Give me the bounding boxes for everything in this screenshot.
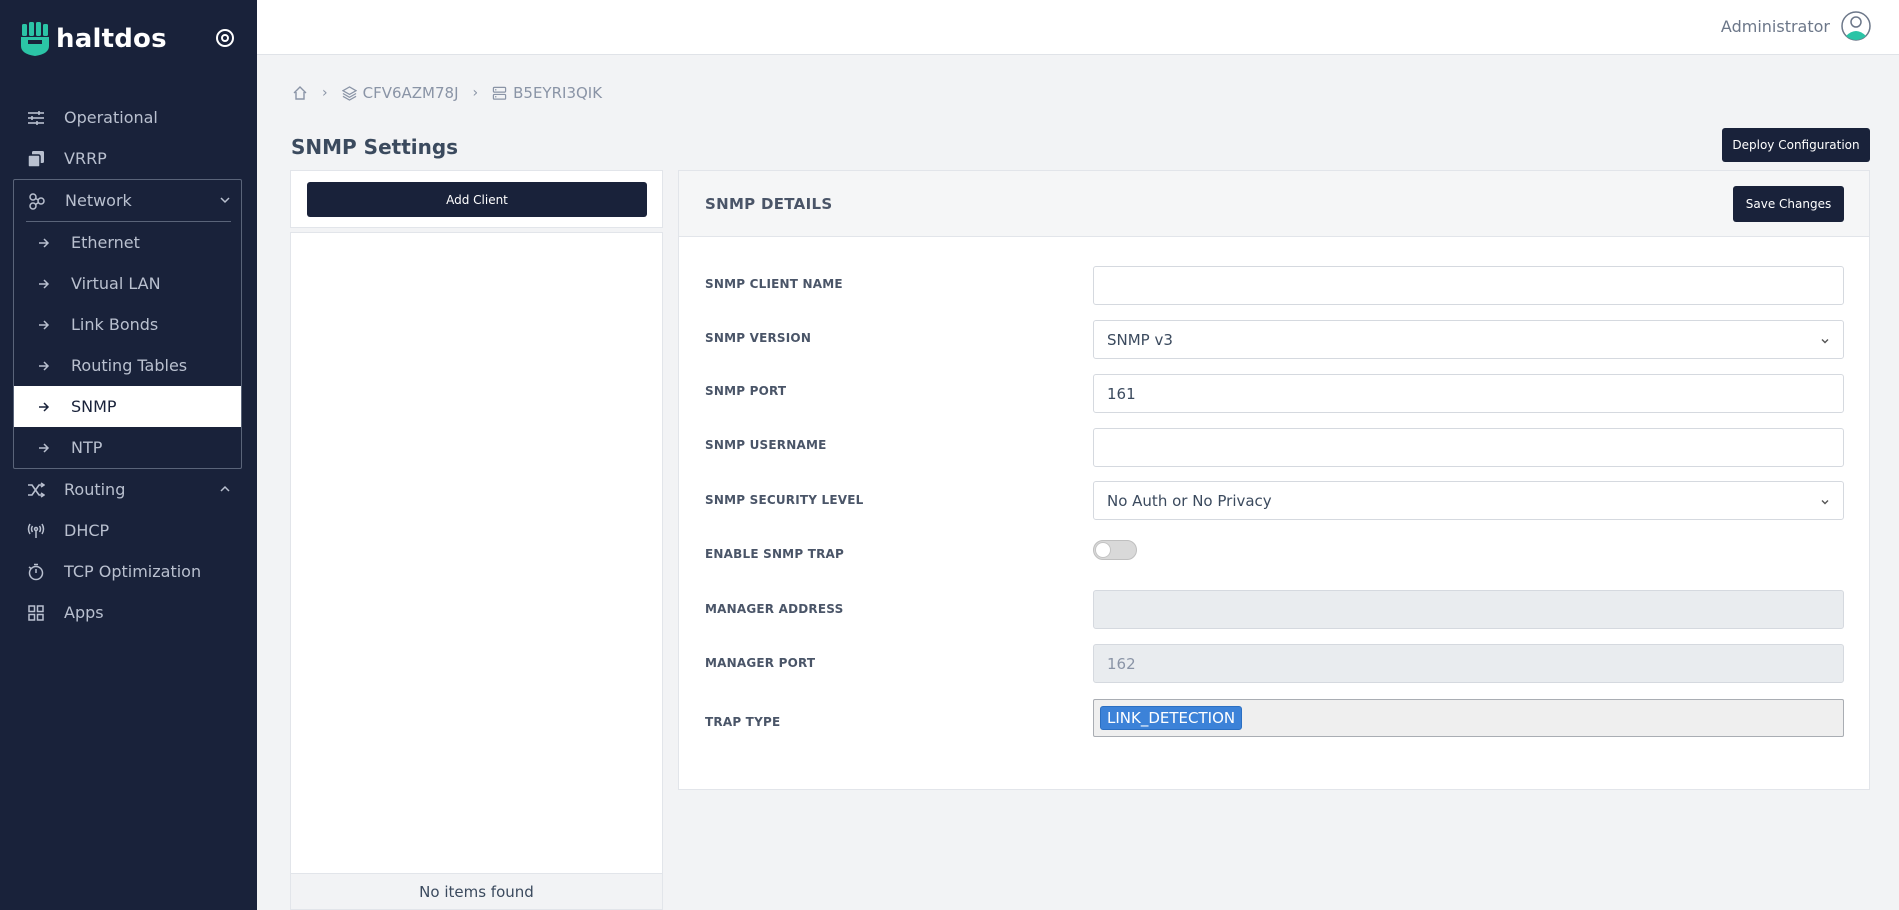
arrow-right-icon	[38, 359, 52, 373]
manager-port-input: 162	[1093, 644, 1844, 683]
breadcrumb-label: CFV6AZM78J	[362, 84, 459, 102]
manager-address-input	[1093, 590, 1844, 629]
empty-state: No items found	[291, 873, 662, 909]
copy-icon	[26, 149, 46, 169]
chevron-down-icon	[1821, 500, 1829, 505]
sidebar-item-label: Routing Tables	[71, 356, 188, 375]
topbar: Administrator	[257, 0, 1899, 55]
sliders-icon	[26, 108, 46, 128]
panel-title: SNMP DETAILS	[705, 195, 833, 213]
sidebar-item-label: DHCP	[64, 521, 110, 540]
chevron-down-icon	[220, 197, 230, 204]
sidebar-item-vrrp[interactable]: VRRP	[0, 138, 257, 179]
sidebar-item-label: Apps	[64, 603, 104, 622]
deploy-configuration-button[interactable]: Deploy Configuration	[1722, 128, 1870, 162]
sidebar-item-virtual-lan[interactable]: Virtual LAN	[14, 263, 241, 304]
sidebar-item-network[interactable]: Network	[14, 180, 241, 221]
enable-snmp-trap-toggle[interactable]	[1093, 540, 1137, 560]
sidebar-item-label: SNMP	[71, 397, 117, 416]
snmp-security-level-select[interactable]: No Auth or No Privacy	[1093, 481, 1844, 520]
sidebar: haltdos Operational VRRP Network Etherne…	[0, 0, 257, 910]
sidebar-item-label: Virtual LAN	[71, 274, 161, 293]
add-client-button[interactable]: Add Client	[307, 182, 647, 217]
field-label: SNMP PORT	[705, 384, 787, 398]
save-changes-button[interactable]: Save Changes	[1733, 186, 1844, 222]
sidebar-item-apps[interactable]: Apps	[0, 592, 257, 633]
arrow-right-icon	[38, 277, 52, 291]
sidebar-item-label: Ethernet	[71, 233, 140, 252]
select-value: No Auth or No Privacy	[1107, 491, 1272, 510]
chevron-down-icon	[1821, 339, 1829, 344]
sidebar-item-label: Network	[65, 191, 132, 210]
field-label: SNMP CLIENT NAME	[705, 277, 843, 291]
panel-header: SNMP DETAILS Save Changes	[679, 171, 1869, 237]
sidebar-item-routing-tables[interactable]: Routing Tables	[14, 345, 241, 386]
sidebar-item-label: TCP Optimization	[64, 562, 202, 581]
broadcast-icon	[26, 521, 46, 541]
field-label: MANAGER PORT	[705, 656, 816, 670]
client-actions-panel: Add Client	[290, 170, 663, 228]
snmp-username-input[interactable]	[1093, 428, 1844, 467]
snmp-port-input[interactable]: 161	[1093, 374, 1844, 413]
sidebar-item-routing[interactable]: Routing	[0, 469, 257, 510]
brand[interactable]: haltdos	[20, 22, 167, 56]
user-name: Administrator	[1720, 16, 1830, 36]
brand-name: haltdos	[56, 24, 167, 54]
page-title: SNMP Settings	[291, 135, 459, 159]
sidebar-item-label: Link Bonds	[71, 315, 159, 334]
home-icon[interactable]	[292, 85, 308, 101]
layers-icon	[341, 85, 357, 101]
arrow-right-icon	[38, 318, 52, 332]
haltdos-logo-icon	[21, 22, 49, 56]
sidebar-item-label: Operational	[64, 108, 158, 127]
sidebar-nav: Operational VRRP Network Ethernet Virtua…	[0, 97, 257, 633]
breadcrumb-item-cluster[interactable]: CFV6AZM78J	[341, 84, 459, 102]
snmp-version-select[interactable]: SNMP v3	[1093, 320, 1844, 359]
arrow-right-icon	[38, 236, 52, 250]
breadcrumb-item-device[interactable]: B5EYRI3QIK	[492, 84, 602, 102]
field-label: MANAGER ADDRESS	[705, 602, 844, 616]
sidebar-item-ethernet[interactable]: Ethernet	[14, 222, 241, 263]
breadcrumb: › CFV6AZM78J › B5EYRI3QIK	[292, 84, 602, 102]
client-list[interactable]: No items found	[290, 232, 663, 910]
field-label: SNMP USERNAME	[705, 438, 827, 452]
sidebar-item-dhcp[interactable]: DHCP	[0, 510, 257, 551]
select-value: SNMP v3	[1107, 330, 1173, 349]
arrow-right-icon	[38, 441, 52, 455]
breadcrumb-label: B5EYRI3QIK	[513, 84, 603, 102]
user-menu[interactable]: Administrator	[1721, 11, 1871, 41]
network-icon	[27, 191, 47, 211]
breadcrumb-separator: ›	[472, 85, 479, 101]
breadcrumb-separator: ›	[322, 85, 328, 101]
stopwatch-icon	[26, 562, 46, 582]
sidebar-item-label: VRRP	[64, 149, 107, 168]
sidebar-item-ntp[interactable]: NTP	[14, 427, 241, 468]
sidebar-item-label: Routing	[64, 480, 126, 499]
sidebar-item-tcp-optimization[interactable]: TCP Optimization	[0, 551, 257, 592]
toggle-knob	[1095, 542, 1111, 558]
sidebar-item-snmp[interactable]: SNMP	[14, 386, 241, 427]
sidebar-item-label: NTP	[71, 438, 103, 457]
grid-icon	[26, 603, 46, 623]
snmp-client-name-input[interactable]	[1093, 266, 1844, 305]
trap-type-tag[interactable]: LINK_DETECTION	[1100, 706, 1243, 730]
snmp-details-panel: SNMP DETAILS Save Changes SNMP CLIENT NA…	[678, 170, 1870, 790]
field-label: ENABLE SNMP TRAP	[705, 547, 845, 561]
field-label: TRAP TYPE	[705, 715, 781, 729]
settings-circle-icon[interactable]	[215, 28, 235, 48]
chevron-up-icon	[220, 485, 230, 492]
shuffle-icon	[26, 480, 46, 500]
avatar-icon[interactable]	[1841, 11, 1871, 41]
field-label: SNMP VERSION	[705, 331, 812, 345]
sidebar-group-network: Network Ethernet Virtual LAN Link Bonds …	[13, 179, 242, 469]
arrow-right-icon	[38, 400, 52, 414]
sidebar-item-operational[interactable]: Operational	[0, 97, 257, 138]
field-label: SNMP SECURITY LEVEL	[705, 493, 864, 507]
sidebar-item-link-bonds[interactable]: Link Bonds	[14, 304, 241, 345]
server-icon	[492, 86, 507, 100]
trap-type-multiselect[interactable]: LINK_DETECTION	[1093, 699, 1844, 737]
